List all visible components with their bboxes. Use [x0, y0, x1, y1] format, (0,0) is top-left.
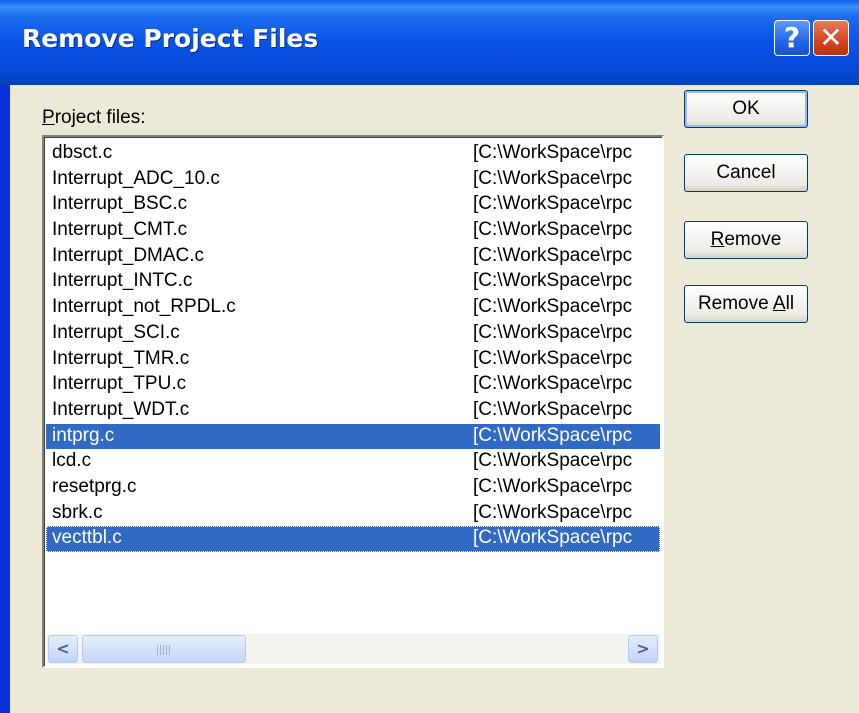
dialog-title: Remove Project Files [22, 24, 319, 53]
file-name: Interrupt_DMAC.c [52, 244, 205, 266]
remove-button[interactable]: Remove [684, 221, 808, 259]
file-row[interactable]: Interrupt_BSC.c [C:\WorkSpace\rpc [46, 192, 660, 218]
file-row[interactable]: vecttbl.c [C:\WorkSpace\rpc [46, 526, 660, 552]
file-name: intprg.c [52, 424, 115, 446]
help-icon: ? [783, 21, 801, 54]
scroll-thumb[interactable] [82, 635, 246, 663]
file-name: Interrupt_not_RPDL.c [52, 296, 236, 318]
accelerator-key: R [710, 229, 725, 250]
file-name: dbsct.c [52, 142, 113, 163]
file-name: Interrupt_INTC.c [52, 270, 193, 292]
file-path: [C:\WorkSpace\rpc [473, 501, 633, 523]
file-row[interactable]: Interrupt_SCI.c [C:\WorkSpace\rpc [46, 321, 660, 347]
file-path: [C:\WorkSpace\rpc [473, 424, 633, 446]
file-path: [C:\WorkSpace\rpc [473, 167, 633, 189]
close-icon: ✕ [819, 21, 843, 54]
file-path: [C:\WorkSpace\rpc [473, 244, 633, 266]
help-button[interactable]: ? [774, 20, 810, 56]
file-row[interactable]: Interrupt_WDT.c [C:\WorkSpace\rpc [46, 398, 660, 424]
file-row[interactable]: dbsct.c [C:\WorkSpace\rpc [46, 141, 660, 167]
file-row[interactable]: Interrupt_TMR.c [C:\WorkSpace\rpc [46, 347, 660, 373]
file-row[interactable]: Interrupt_ADC_10.c [C:\WorkSpace\rpc [46, 167, 660, 193]
cancel-button[interactable]: Cancel [684, 154, 808, 192]
file-row[interactable]: intprg.c [C:\WorkSpace\rpc [46, 423, 660, 450]
file-path: [C:\WorkSpace\rpc [473, 270, 633, 292]
close-button[interactable]: ✕ [813, 20, 849, 56]
file-name: lcd.c [52, 450, 92, 472]
file-name: Interrupt_WDT.c [52, 398, 190, 420]
ok-label: OK [732, 98, 760, 119]
file-path: [C:\WorkSpace\rpc [473, 450, 633, 472]
file-row[interactable]: Interrupt_not_RPDL.c [C:\WorkSpace\rpc [46, 295, 660, 321]
file-row[interactable]: Interrupt_CMT.c [C:\WorkSpace\rpc [46, 218, 660, 244]
file-name: Interrupt_TMR.c [52, 347, 190, 369]
file-path: [C:\WorkSpace\rpc [473, 475, 633, 497]
file-name: Interrupt_CMT.c [52, 219, 188, 241]
cancel-label: Cancel [716, 162, 776, 183]
chevron-right-icon: > [636, 639, 650, 658]
accelerator-key: A [772, 293, 786, 314]
chevron-left-icon: < [56, 639, 70, 658]
file-name: vecttbl.c [52, 527, 122, 549]
file-row[interactable]: Interrupt_DMAC.c [C:\WorkSpace\rpc [46, 244, 660, 270]
file-name: Interrupt_SCI.c [52, 321, 180, 343]
remove-all-button[interactable]: Remove All [684, 285, 808, 323]
file-name: resetprg.c [52, 475, 137, 497]
label-text: roject files: [54, 107, 146, 128]
file-path: [C:\WorkSpace\rpc [473, 193, 633, 215]
title-bar[interactable]: Remove Project Files ? ✕ [0, 0, 859, 85]
remove-all-label: Remove All [697, 293, 795, 314]
file-name: sbrk.c [52, 501, 103, 523]
file-path: [C:\WorkSpace\rpc [473, 527, 633, 549]
dialog-body: Project files: dbsct.c [C:\WorkSpace\rpc I… [10, 85, 859, 713]
file-path: [C:\WorkSpace\rpc [473, 142, 633, 163]
file-row[interactable]: sbrk.c [C:\WorkSpace\rpc [46, 501, 660, 527]
remove-label: Remove [710, 229, 782, 250]
file-row[interactable]: resetprg.c [C:\WorkSpace\rpc [46, 475, 660, 501]
file-path: [C:\WorkSpace\rpc [473, 347, 633, 369]
file-row[interactable]: lcd.c [C:\WorkSpace\rpc [46, 449, 660, 475]
file-path: [C:\WorkSpace\rpc [473, 321, 633, 343]
file-name: Interrupt_BSC.c [52, 193, 188, 215]
ok-button[interactable]: OK [684, 90, 808, 128]
file-path: [C:\WorkSpace\rpc [473, 373, 633, 395]
label-accelerator: P [42, 107, 55, 128]
file-path: [C:\WorkSpace\rpc [473, 398, 633, 420]
file-path: [C:\WorkSpace\rpc [473, 219, 633, 241]
scroll-right-button[interactable]: > [628, 635, 658, 663]
file-row[interactable]: Interrupt_TPU.c [C:\WorkSpace\rpc [46, 372, 660, 398]
scroll-left-button[interactable]: < [48, 635, 78, 663]
horizontal-scrollbar[interactable]: < > [46, 634, 660, 664]
file-rows: dbsct.c [C:\WorkSpace\rpc Interrupt_ADC_10… [46, 141, 660, 552]
file-name: Interrupt_ADC_10.c [52, 167, 220, 189]
grip-icon [157, 645, 171, 655]
file-name: Interrupt_TPU.c [52, 373, 187, 395]
file-path: [C:\WorkSpace\rpc [473, 296, 633, 318]
project-files-list[interactable]: dbsct.c [C:\WorkSpace\rpc Interrupt_ADC_10… [42, 135, 664, 668]
project-files-label: Project files: [42, 107, 146, 129]
file-row[interactable]: Interrupt_INTC.c [C:\WorkSpace\rpc [46, 269, 660, 295]
remove-project-files-dialog: Remove Project Files ? ✕ Project files: … [0, 0, 859, 713]
